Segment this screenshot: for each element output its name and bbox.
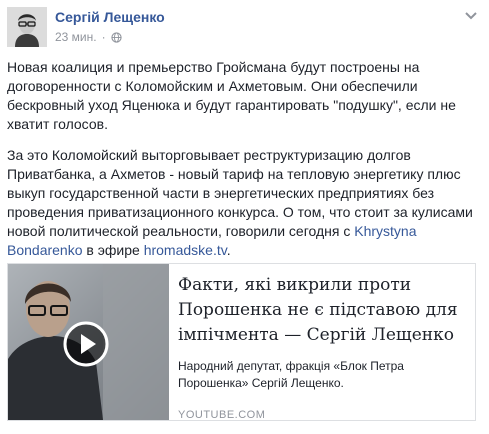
meta-separator: · [101, 30, 106, 44]
avatar-image [7, 7, 47, 47]
paragraph-text: в эфире [82, 242, 144, 258]
author-avatar[interactable] [7, 7, 47, 47]
video-thumbnail[interactable] [8, 264, 169, 420]
hromadske-link[interactable]: hromadske.tv [144, 242, 227, 258]
paragraph-text: . [226, 242, 231, 258]
author-name[interactable]: Сергій Лещенко [55, 9, 165, 25]
post-text: Новая коалиция и премьерство Гройсмана б… [7, 58, 479, 272]
post-meta: 23 мин. · [55, 30, 122, 44]
card-text: Факти, які викрили проти Порошенка не є … [178, 264, 465, 421]
post-paragraph-1: Новая коалиция и премьерство Гройсмана б… [7, 59, 456, 132]
card-description: Народний депутат, фракція «Блок Петра По… [178, 359, 404, 390]
globe-icon[interactable] [110, 31, 122, 43]
card-title[interactable]: Факти, які викрили проти Порошенка не є … [178, 273, 465, 348]
post-paragraph-2: За это Коломойский выторговывает реструк… [7, 146, 479, 260]
facebook-post: Сергій Лещенко 23 мин. · Новая коалиция … [0, 0, 489, 434]
card-source: YOUTUBE.COM [178, 409, 266, 421]
link-preview-card[interactable]: Факти, які викрили проти Порошенка не є … [7, 263, 476, 421]
chevron-down-icon[interactable] [465, 12, 477, 20]
post-timestamp[interactable]: 23 мин. [55, 30, 97, 44]
play-icon[interactable] [63, 321, 109, 367]
